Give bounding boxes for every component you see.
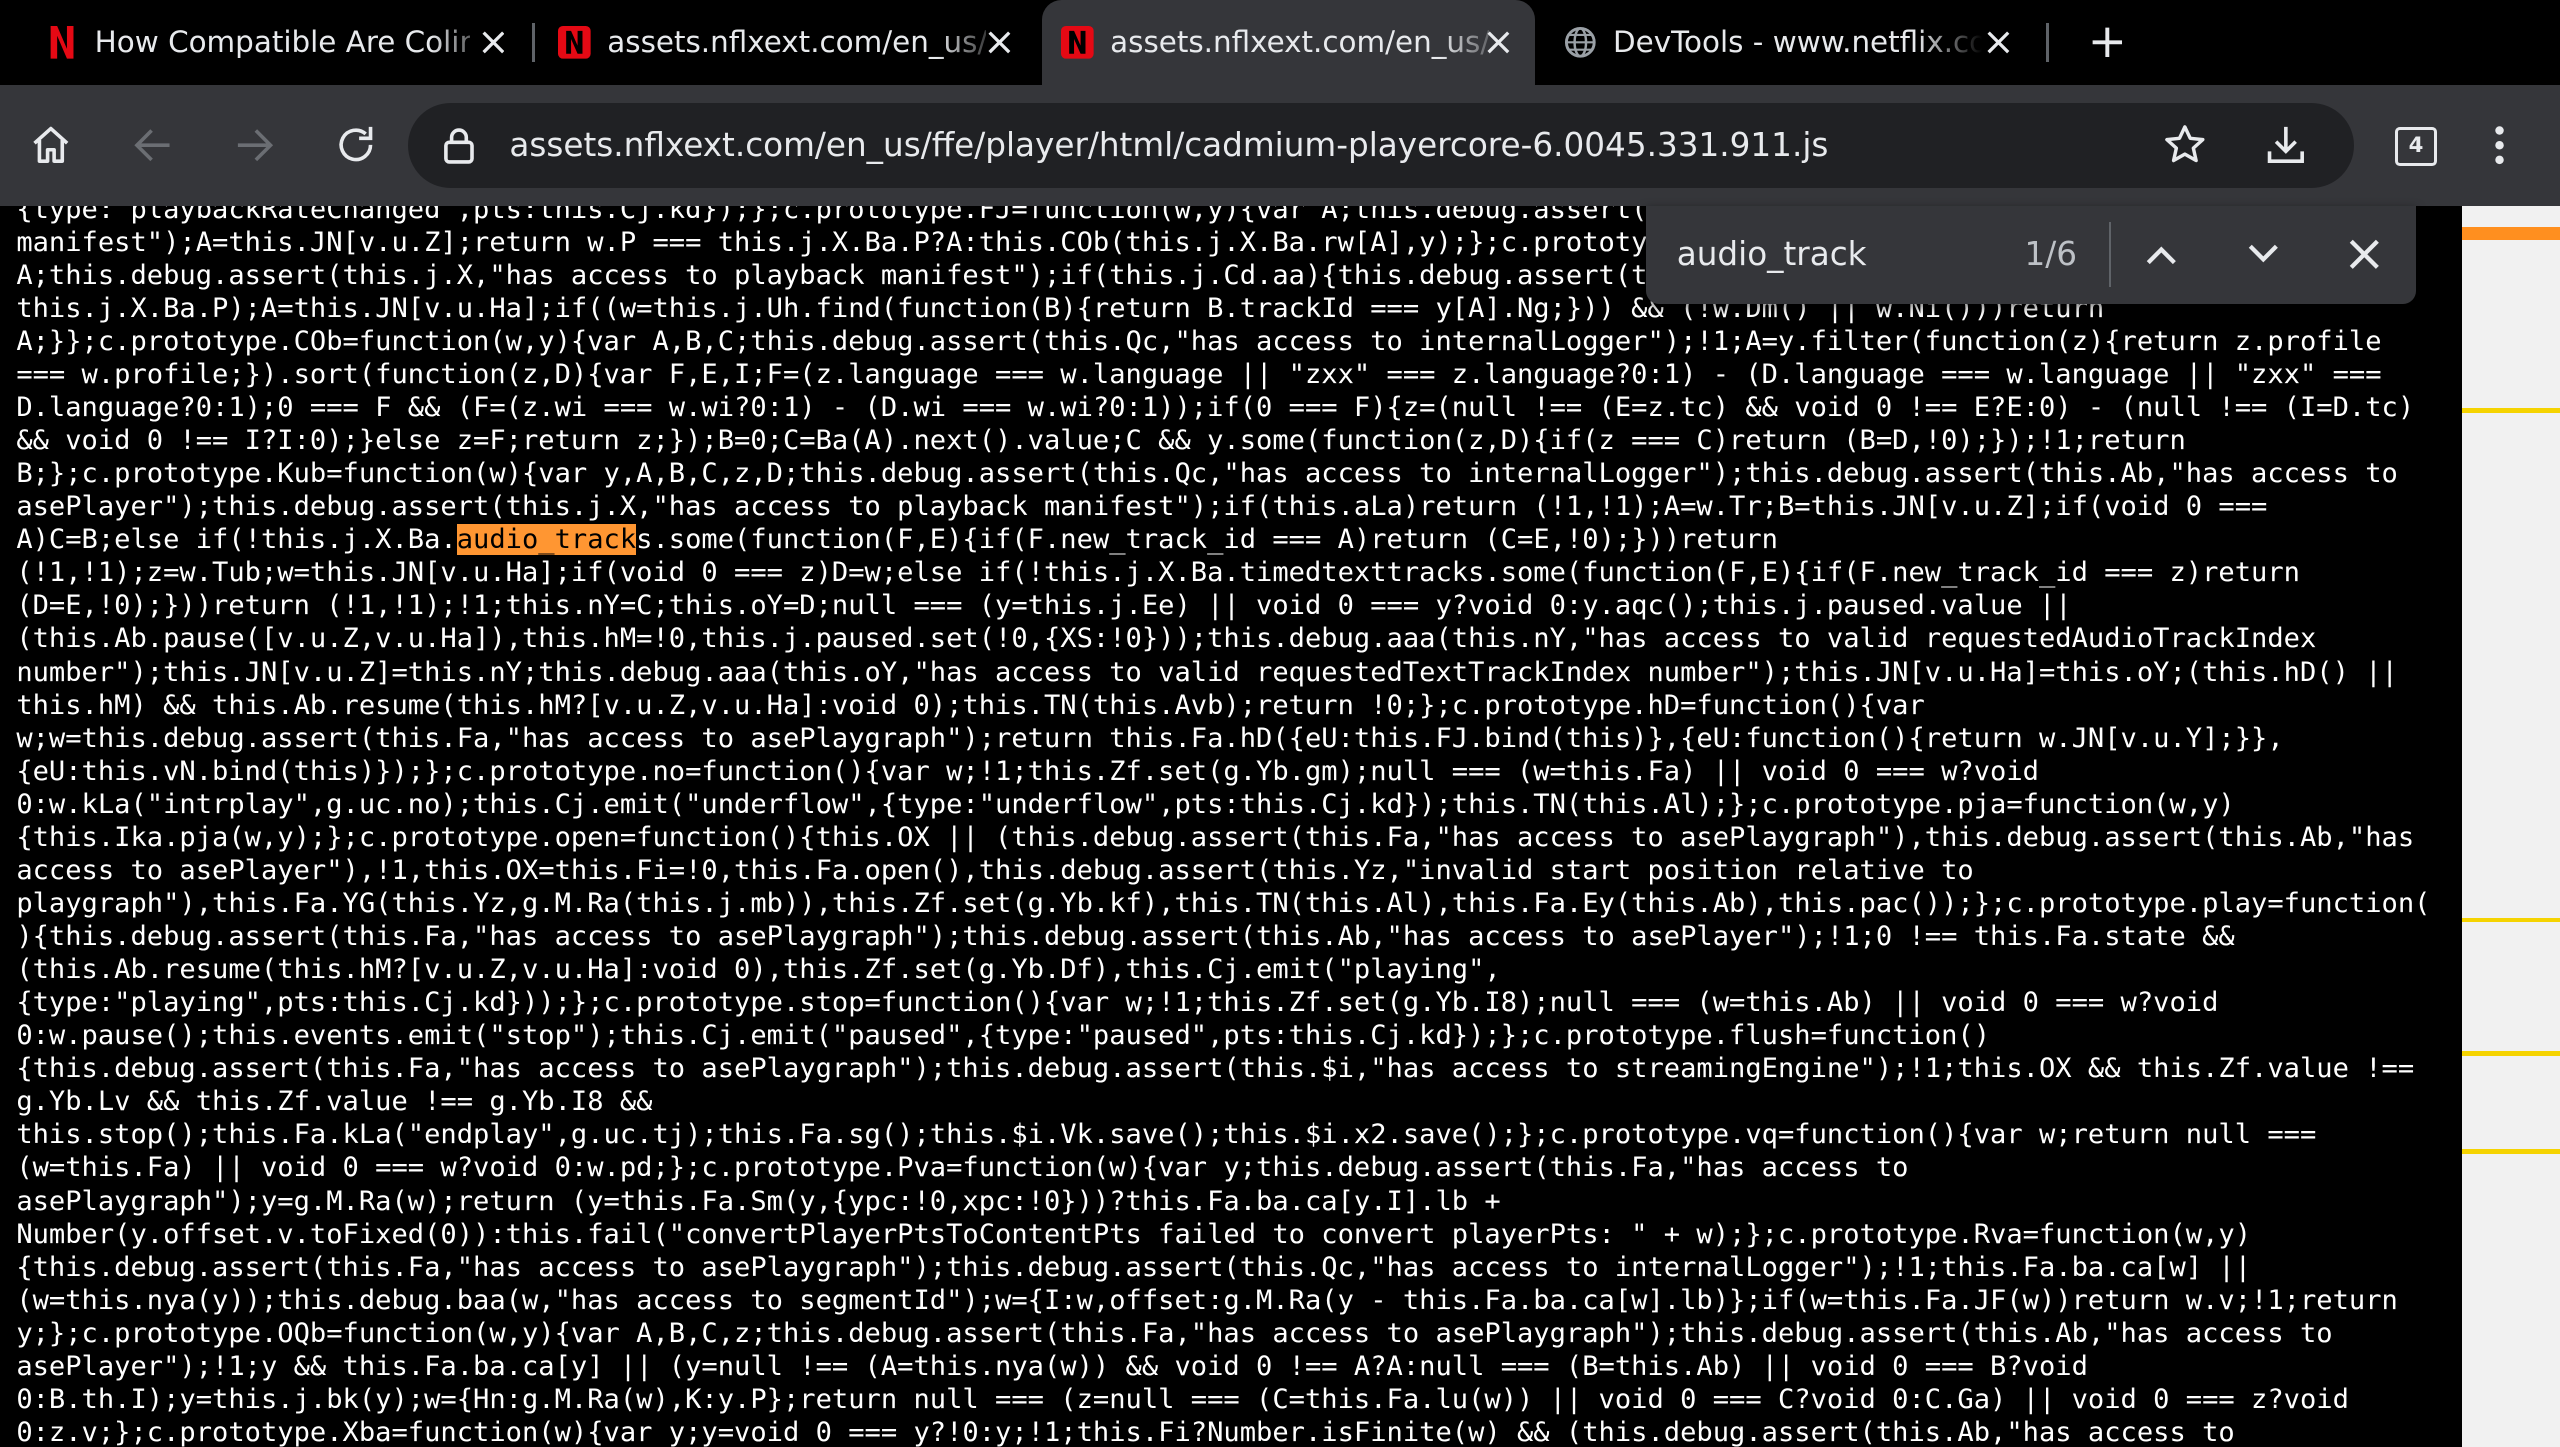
code-line: (w=this.nya(y));this.debug.baa(w,"has ac… xyxy=(16,1284,2398,1316)
netflix-n-icon xyxy=(558,26,591,59)
code-line: {eU:this.vN.bind(this)});};c.prototype.n… xyxy=(16,755,2039,787)
match-marker xyxy=(2462,917,2560,923)
close-tab-icon[interactable] xyxy=(473,23,512,62)
plus-icon xyxy=(2093,27,2123,58)
code-line: (w=this.Fa) || void 0 === w?void 0:w.pd;… xyxy=(16,1152,1909,1184)
code-line: {type:"playing",pts:this.Cj.kd}));};c.pr… xyxy=(16,987,2219,1019)
code-line: 0:B.th.I);y=this.j.bk(y);w={Hn:g.M.Ra(w)… xyxy=(16,1383,2349,1415)
code-line: w;w=this.debug.assert(this.Fa,"has acces… xyxy=(16,722,2284,754)
tab-switcher-button[interactable]: 4 xyxy=(2395,127,2437,166)
download-icon[interactable] xyxy=(2263,122,2309,175)
code-line: this.hM) && this.Ab.resume(this.hM?[v.u.… xyxy=(16,689,1925,721)
netflix-n-icon xyxy=(1061,26,1094,59)
reload-button[interactable] xyxy=(320,109,392,181)
code-line: (D=E,!0);}))return (!1,!1);!1;this.nY=C;… xyxy=(16,590,2072,622)
code-line: playgraph"),this.Fa.YG(this.Yz,g.M.Ra(th… xyxy=(16,887,2431,919)
bookmark-star-icon[interactable] xyxy=(2162,122,2208,175)
code-line: 0:w.kLa("intrplay",g.uc.no);this.Cj.emit… xyxy=(16,788,2235,820)
reload-icon xyxy=(339,127,373,162)
code-line: A)C=B;else if(!this.j.X.Ba.audio_tracks.… xyxy=(16,524,1778,556)
url-text: assets.nflxext.com/en_us/ffe/player/html… xyxy=(509,125,1829,164)
close-icon xyxy=(2349,240,2379,270)
next-match-button[interactable] xyxy=(2233,225,2292,284)
scrollbar[interactable] xyxy=(2462,205,2560,1447)
back-button[interactable] xyxy=(118,109,190,181)
close-tab-icon[interactable] xyxy=(980,23,1019,62)
tab-title: assets.nflxext.com/en_us/ffe xyxy=(1110,25,1489,60)
home-icon xyxy=(33,127,69,164)
close-tab-icon[interactable] xyxy=(1479,23,1518,62)
new-tab-button[interactable] xyxy=(2082,16,2134,68)
code-line: asePlaygraph");y=g.M.Ra(w);return (y=thi… xyxy=(16,1185,1501,1217)
netflix-n-icon xyxy=(46,26,79,59)
lock-icon[interactable] xyxy=(441,126,477,172)
more-vert-icon xyxy=(2495,126,2504,165)
tab-separator xyxy=(532,22,536,63)
forward-button[interactable] xyxy=(219,109,291,181)
code-line: (this.Ab.resume(this.hM?[v.u.Z,v.u.Ha]:v… xyxy=(16,954,1501,986)
code-line: 0:w.pause();this.events.emit("stop");thi… xyxy=(16,1020,1991,1052)
match-marker xyxy=(2462,1051,2560,1057)
code-line: number");this.JN[v.u.Z]=this.nY;this.deb… xyxy=(16,656,2398,688)
arrow-right-icon xyxy=(238,129,274,162)
match-marker xyxy=(2462,1149,2560,1155)
code-line: B;};c.prototype.Kub=function(w){var y,A,… xyxy=(16,458,2398,490)
tab-strip: How Compatible Are Colin Br assets.nflxe… xyxy=(0,0,2560,85)
find-input[interactable]: audio_track xyxy=(1677,206,1867,304)
code-line: {this.debug.assert(this.Fa,"has access t… xyxy=(16,1053,2415,1085)
match-count: 1/6 xyxy=(2024,234,2077,273)
page-content: {type:"playbackRateChanged",pts:this.Cj.… xyxy=(0,205,2463,1447)
code-line: D.language?0:1);0 === F && (F=(z.wi === … xyxy=(16,392,2415,424)
code-line: 0:z.v;};c.prototype.Xba=function(w){var … xyxy=(16,1416,2235,1447)
tab-0[interactable]: How Compatible Are Colin Br xyxy=(46,0,529,85)
code-line: A;}};c.prototype.COb=function(w,y){var A… xyxy=(16,325,2382,357)
code-line: asePlayer");!1;y && this.Fa.ba.ca[y] || … xyxy=(16,1350,2088,1382)
chevron-up-icon xyxy=(2147,246,2177,265)
browser-toolbar: assets.nflxext.com/en_us/ffe/player/html… xyxy=(0,84,2560,206)
code-line: y;};c.prototype.OQb=function(w,y){var A,… xyxy=(16,1317,2333,1349)
code-line: && void 0 !== I?I:0);}else z=F;return z;… xyxy=(16,425,2186,457)
code-line: Number(y.offset.v.toFixed(0)):this.fail(… xyxy=(16,1218,2252,1250)
home-button[interactable] xyxy=(15,109,87,181)
code-line: g.Yb.Lv && this.Zf.value !== g.Yb.I8 && xyxy=(16,1086,653,1118)
previous-match-button[interactable] xyxy=(2132,225,2191,284)
tab-2-active[interactable]: assets.nflxext.com/en_us/ffe xyxy=(1041,0,1535,85)
code-line: (!1,!1);z=w.Tub;w=this.JN[v.u.Ha];if(voi… xyxy=(16,557,2300,589)
code-line: access to asePlayer"),!1,this.OX=this.Fi… xyxy=(16,854,1974,886)
code-line: asePlayer");this.debug.assert(this.j.X,"… xyxy=(16,491,2268,523)
address-bar[interactable]: assets.nflxext.com/en_us/ffe/player/html… xyxy=(408,102,2355,188)
tab-3[interactable]: DevTools - www.netflix.com/ xyxy=(1544,0,2034,85)
chevron-down-icon xyxy=(2248,244,2278,263)
globe-icon xyxy=(1564,26,1597,59)
tab-title: How Compatible Are Colin Br xyxy=(94,25,471,60)
source-code: {type:"playbackRateChanged",pts:this.Cj.… xyxy=(16,206,2430,1447)
code-line: {this.debug.assert(this.Fa,"has access t… xyxy=(16,1251,2252,1283)
close-find-button[interactable] xyxy=(2335,225,2394,284)
code-line: === w.profile;}).sort(function(z,D){var … xyxy=(16,358,2382,390)
current-match-marker xyxy=(2462,226,2560,240)
tab-title: assets.nflxext.com/en_us/ffe xyxy=(607,25,987,60)
match-marker xyxy=(2462,408,2560,414)
tab-separator xyxy=(2045,22,2049,63)
close-tab-icon[interactable] xyxy=(1979,23,2018,62)
code-line: {this.Ika.pja(w,y);};c.prototype.open=fu… xyxy=(16,821,2415,853)
code-line: (this.Ab.pause([v.u.Z,v.u.Ha]),this.hM=!… xyxy=(16,623,2317,655)
menu-button[interactable] xyxy=(2464,109,2536,181)
find-bar: audio_track 1/6 xyxy=(1645,205,2417,304)
code-line: this.stop();this.Fa.kLa("endplay",g.uc.t… xyxy=(16,1119,2317,1151)
find-highlight: audio_track xyxy=(456,524,637,556)
find-separator xyxy=(2109,222,2111,288)
code-line: ){this.debug.assert(this.Fa,"has access … xyxy=(16,921,2235,953)
tab-1[interactable]: assets.nflxext.com/en_us/ffe xyxy=(549,0,1036,85)
arrow-left-icon xyxy=(134,129,170,162)
